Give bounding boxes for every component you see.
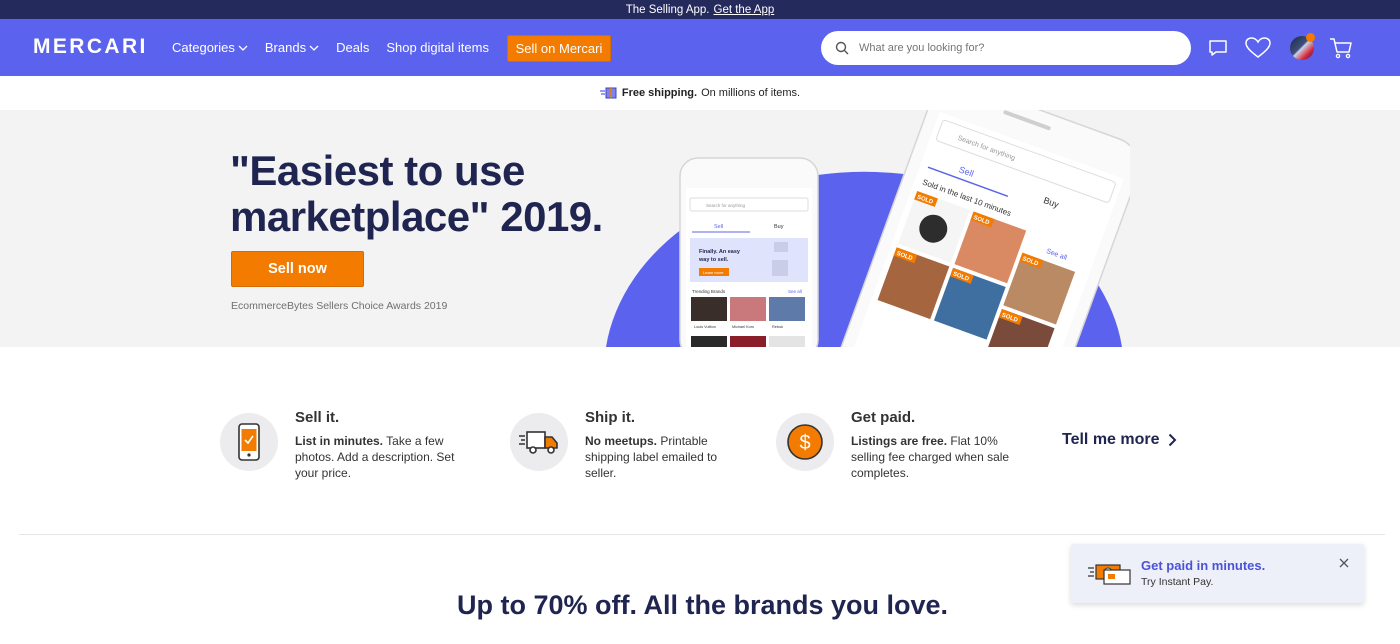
nav-label: Shop digital items (386, 40, 489, 55)
get-app-link[interactable]: Get the App (714, 4, 775, 16)
chevron-right-icon (1168, 433, 1176, 447)
toast-title: Get paid in minutes. (1141, 558, 1266, 573)
main-nav: Categories Brands Deals Shop digital ite… (172, 19, 506, 76)
chat-icon[interactable] (1205, 35, 1231, 61)
notification-dot (1306, 33, 1315, 42)
small-phone-see-all: See all (788, 289, 802, 294)
tell-me-more-label: Tell me more (1062, 431, 1160, 448)
chevron-down-icon (238, 45, 248, 51)
shipping-box-icon (599, 87, 617, 99)
heart-icon[interactable] (1245, 35, 1271, 61)
phone-check-icon (220, 413, 278, 471)
small-phone-trending: Trending Brands (692, 289, 726, 294)
hero-title: "Easiest to use marketplace" 2019. (230, 148, 603, 240)
section-divider (19, 534, 1385, 535)
brand-label: Michael Kors (732, 325, 754, 329)
hero-title-line: "Easiest to use (230, 147, 525, 194)
feature-description: No meetups. Printable shipping label ema… (585, 433, 750, 481)
close-icon[interactable] (1338, 557, 1350, 569)
small-phone-search: Search for anything (706, 203, 746, 208)
mercari-logo[interactable]: MERCARI (33, 35, 148, 59)
small-phone-tab-sell: Sell (714, 224, 723, 230)
feature-title: Sell it. (295, 409, 340, 426)
nav-deals[interactable]: Deals (336, 40, 369, 55)
feature-bold: Listings are free. (851, 434, 948, 448)
free-shipping-label: Free shipping. (621, 87, 698, 99)
hero-phones-illustration: Search for anything Sell Buy Finally. An… (606, 110, 1130, 347)
dollar-icon: $ (776, 413, 834, 471)
top-promo-strip: The Selling App. Get the App (0, 0, 1400, 19)
small-phone-promo-btn: Learn more (703, 270, 724, 275)
truck-icon (510, 413, 568, 471)
toast-subtitle: Try Instant Pay. (1141, 576, 1214, 588)
sell-now-button[interactable]: Sell now (231, 251, 364, 287)
chevron-down-icon (309, 45, 319, 51)
search-icon (835, 41, 849, 55)
site-header: MERCARI Categories Brands Deals Shop dig… (0, 19, 1400, 76)
cart-icon[interactable] (1328, 35, 1354, 61)
sell-on-mercari-button[interactable]: Sell on Mercari (507, 35, 611, 62)
small-phone-tab-buy: Buy (774, 224, 784, 230)
feature-title: Ship it. (585, 409, 635, 426)
brand-label: Louis Vuitton (694, 325, 716, 329)
cash-icon (1088, 564, 1131, 585)
instant-pay-toast[interactable]: Get paid in minutes. Try Instant Pay. (1071, 544, 1364, 603)
search-bar (821, 31, 1191, 65)
nav-shop-digital[interactable]: Shop digital items (386, 40, 489, 55)
svg-text:$: $ (799, 432, 810, 454)
nav-label: Deals (336, 40, 370, 55)
nav-label: Brands (264, 40, 307, 55)
tell-me-more-link[interactable]: Tell me more (1062, 431, 1177, 449)
nav-label: Categories (172, 40, 235, 55)
nav-categories[interactable]: Categories (172, 40, 248, 55)
feature-bold: No meetups. (585, 434, 658, 448)
nav-brands[interactable]: Brands (265, 40, 319, 55)
top-strip-text: The Selling App. (625, 3, 710, 16)
free-shipping-bar: Free shipping. On millions of items. (0, 76, 1400, 110)
how-it-works-section: Sell it. List in minutes. Take a few pho… (0, 347, 1400, 535)
feature-description: List in minutes. Take a few photos. Add … (295, 433, 460, 481)
award-caption: EcommerceBytes Sellers Choice Awards 201… (231, 300, 448, 312)
hero-title-line: marketplace" 2019. (230, 193, 603, 240)
small-phone: Search for anything Sell Buy Finally. An… (679, 157, 819, 347)
free-shipping-text: On millions of items. (701, 87, 801, 99)
search-input[interactable] (859, 42, 1159, 54)
feature-bold: List in minutes. (295, 434, 384, 448)
hero-banner: "Easiest to use marketplace" 2019. Sell … (0, 110, 1400, 347)
feature-description: Listings are free. Flat 10% selling fee … (851, 433, 1016, 481)
small-phone-promo-2: way to sell. (698, 257, 729, 263)
brand-label: Rebok (772, 325, 783, 329)
small-phone-promo-1: Finally. An easy (699, 249, 741, 255)
feature-title: Get paid. (851, 409, 916, 426)
